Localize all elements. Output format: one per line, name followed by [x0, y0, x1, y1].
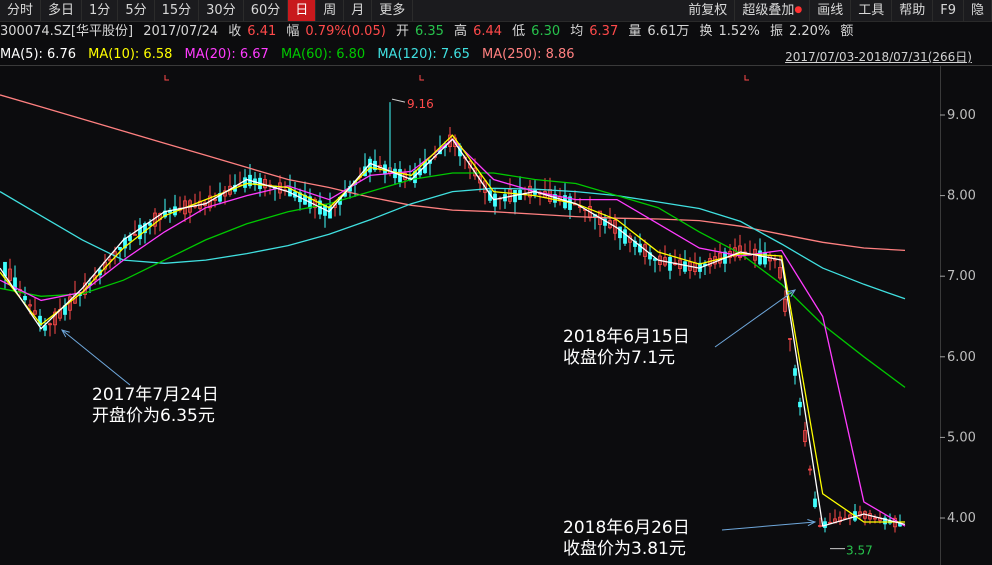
close-label: 收 — [228, 24, 242, 39]
top-marker-icon — [164, 75, 169, 81]
tab-1min[interactable]: 1分 — [82, 0, 119, 21]
annotation-close-20180626: 2018年6月26日 收盘价为3.81元 — [563, 518, 690, 560]
annotation-arrow-2017 — [61, 329, 131, 386]
top-marker-icon — [744, 75, 749, 81]
annotation-date: 2018年6月15日 — [563, 327, 690, 347]
tab-timeshare[interactable]: 分时 — [0, 0, 42, 21]
annotation-close-20180615: 2018年6月15日 收盘价为7.1元 — [563, 327, 690, 369]
candle-body — [668, 256, 672, 271]
annotation-text: 开盘价为6.35元 — [92, 406, 215, 426]
overlay-button[interactable]: 超级叠加● — [735, 0, 811, 21]
ma20-legend: MA(20): 6.67 — [184, 47, 269, 62]
forward-adjust-button[interactable]: 前复权 — [681, 0, 736, 21]
tab-30min[interactable]: 30分 — [199, 0, 244, 21]
y-tick-label: 4.00 — [947, 511, 976, 526]
y-tick-label: 8.00 — [947, 189, 976, 204]
open-label: 开 — [395, 24, 409, 39]
candle-body — [23, 295, 27, 301]
annotation-text: 收盘价为7.1元 — [563, 348, 676, 368]
ma-lines — [0, 94, 906, 527]
y-tick-label: 5.00 — [947, 430, 976, 445]
ma-line-ma5 — [0, 138, 906, 527]
tab-60min[interactable]: 60分 — [244, 0, 289, 21]
y-tick-label: 9.00 — [947, 108, 976, 123]
ma-line-ma10 — [0, 134, 905, 523]
avg-label: 均 — [570, 24, 584, 39]
chart-grid — [0, 65, 992, 565]
stock-code: 300074.SZ[华平股份] — [0, 24, 134, 39]
tab-monthly[interactable]: 月 — [344, 0, 373, 21]
max-price-label: 9.16 — [407, 97, 434, 111]
y-axis: 9.00 8.00 7.00 6.00 5.00 4.00 — [940, 108, 976, 526]
help-button[interactable]: 帮助 — [892, 0, 934, 21]
candle-body — [798, 401, 802, 408]
candle-body — [118, 246, 122, 250]
amplitude-label: 振 — [769, 24, 783, 39]
draw-line-button[interactable]: 画线 — [810, 0, 852, 21]
candle-body — [148, 222, 152, 226]
annotation-arrow-20180626 — [721, 521, 816, 531]
close-value: 6.41 — [247, 24, 277, 39]
annotation-arrow-20180615 — [714, 289, 796, 348]
low-label: 低 — [512, 24, 526, 39]
annotation-date: 2018年6月26日 — [563, 518, 690, 538]
quote-date: 2017/07/24 — [143, 24, 219, 39]
candle-body — [793, 368, 797, 376]
chart-marks: 9.16 3.57 — [61, 75, 873, 558]
annotation-open-2017: 2017年7月24日 开盘价为6.35元 — [92, 385, 219, 427]
candles — [3, 127, 902, 533]
turnover-label: 换 — [699, 24, 713, 39]
tab-weekly[interactable]: 周 — [316, 0, 345, 21]
change-label: 幅 — [286, 24, 300, 39]
date-range-link[interactable]: 2017/07/03-2018/07/31(266日) — [785, 48, 972, 65]
overlay-label: 超级叠加 — [742, 3, 795, 18]
hide-button[interactable]: 隐 — [964, 0, 992, 21]
ma-line-ma60 — [0, 172, 906, 388]
avg-value: 6.37 — [589, 24, 619, 39]
tab-5min[interactable]: 5分 — [118, 0, 155, 21]
toolbar: 分时 多日 1分 5分 15分 30分 60分 日 周 月 更多 前复权 超级叠… — [0, 0, 992, 22]
open-value: 6.35 — [414, 24, 444, 39]
ma60-legend: MA(60): 6.80 — [280, 47, 366, 62]
ma120-legend: MA(120): 7.65 — [377, 47, 470, 62]
y-tick-label: 6.00 — [947, 350, 976, 365]
annotation-date: 2017年7月24日 — [92, 385, 219, 405]
min-price-label: 3.57 — [846, 544, 873, 558]
candle-body — [623, 229, 627, 244]
amount-label: 额 — [840, 24, 854, 39]
candle-body — [813, 498, 817, 508]
ma-line-ma20 — [0, 138, 906, 527]
ma5-legend: MA(5): 6.76 — [0, 47, 76, 62]
f9-button[interactable]: F9 — [933, 0, 964, 21]
annotation-text: 收盘价为3.81元 — [563, 539, 686, 559]
tab-multiday[interactable]: 多日 — [41, 0, 83, 21]
turnover-value: 1.52% — [718, 24, 760, 39]
change-value: 0.79%(0.05) — [305, 24, 386, 39]
ma10-legend: MA(10): 6.58 — [88, 47, 173, 62]
tab-more[interactable]: 更多 — [372, 0, 414, 21]
ma-line-ma120 — [0, 187, 906, 300]
max-price-arrow — [391, 98, 406, 103]
amplitude-value: 2.20% — [788, 24, 831, 39]
notification-dot-icon: ● — [794, 5, 803, 15]
tab-15min[interactable]: 15分 — [155, 0, 200, 21]
high-value: 6.44 — [473, 24, 503, 39]
volume-value: 6.61万 — [647, 24, 690, 39]
top-marker-icon — [419, 75, 424, 81]
ma250-legend: MA(250): 8.86 — [482, 47, 575, 62]
high-label: 高 — [454, 24, 468, 39]
y-tick-label: 7.00 — [947, 269, 976, 284]
kline-chart[interactable]: 9.00 8.00 7.00 6.00 5.00 4.00 9.16 3.57 — [0, 65, 992, 565]
low-value: 6.30 — [531, 24, 561, 39]
quote-bar: 300074.SZ[华平股份] 2017/07/24 收 6.41 幅 0.79%(… — [0, 22, 992, 42]
volume-label: 量 — [628, 24, 642, 39]
tools-button[interactable]: 工具 — [851, 0, 893, 21]
candle-body — [683, 261, 687, 272]
ma-legend: MA(5): 6.76 MA(10): 6.58 MA(20): 6.67 MA… — [0, 45, 583, 65]
tab-daily[interactable]: 日 — [288, 0, 317, 21]
